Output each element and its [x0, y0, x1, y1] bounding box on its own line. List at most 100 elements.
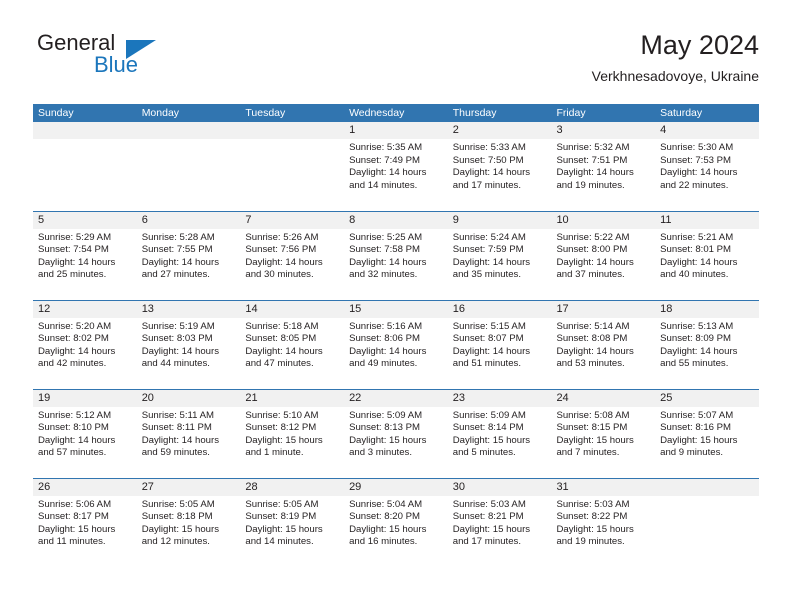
- sunrise-text: Sunrise: 5:19 AM: [141, 320, 215, 332]
- daylight-text: Daylight: 15 hours and 5 minutes.: [452, 434, 531, 459]
- calendar-day-cell[interactable]: 26 Sunrise: 5:06 AM Sunset: 8:17 PM Dayligh…: [33, 477, 137, 567]
- sunrise-text: Sunrise: 5:28 AM: [141, 231, 215, 243]
- day-details: Sunrise: 5:33 AM Sunset: 7:50 PM Daylight:…: [448, 139, 552, 192]
- calendar-day-cell[interactable]: 23 Sunrise: 5:09 AM Sunset: 8:14 PM Dayligh…: [447, 388, 552, 478]
- weekday-header-monday: Monday: [136, 104, 241, 122]
- sunrise-text: Sunrise: 5:22 AM: [556, 231, 630, 243]
- day-details: Sunrise: 5:09 AM Sunset: 8:14 PM Daylight:…: [448, 407, 552, 460]
- calendar-week-row: 26 Sunrise: 5:06 AM Sunset: 8:17 PM Dayligh…: [33, 477, 759, 567]
- calendar-day-cell[interactable]: 13 Sunrise: 5:19 AM Sunset: 8:03 PM Dayligh…: [136, 299, 241, 389]
- calendar-day-cell[interactable]: 3 Sunrise: 5:32 AM Sunset: 7:51 PM Daylight…: [551, 122, 656, 211]
- daylight-text: Daylight: 15 hours and 14 minutes.: [245, 523, 323, 548]
- day-number: 16: [447, 300, 552, 318]
- calendar-day-cell[interactable]: 30 Sunrise: 5:03 AM Sunset: 8:21 PM Dayligh…: [447, 477, 552, 567]
- day-number: 12: [33, 300, 137, 318]
- day-details: Sunrise: 5:30 AM Sunset: 7:53 PM Daylight:…: [655, 139, 759, 192]
- sunset-text: Sunset: 8:03 PM: [141, 333, 213, 345]
- sunrise-text: Sunrise: 5:15 AM: [452, 320, 526, 332]
- day-details: Sunrise: 5:18 AM Sunset: 8:05 PM Daylight:…: [240, 318, 344, 371]
- daylight-text: Daylight: 15 hours and 7 minutes.: [556, 434, 634, 459]
- daylight-text: Daylight: 15 hours and 19 minutes.: [556, 523, 634, 548]
- day-number: 19: [33, 389, 137, 407]
- daylight-text: Daylight: 14 hours and 55 minutes.: [660, 345, 738, 370]
- calendar-day-cell[interactable]: 22 Sunrise: 5:09 AM Sunset: 8:13 PM Dayligh…: [344, 388, 448, 478]
- day-number: 31: [551, 478, 656, 496]
- calendar-day-cell[interactable]: 14 Sunrise: 5:18 AM Sunset: 8:05 PM Dayligh…: [240, 299, 345, 389]
- calendar-day-cell[interactable]: 20 Sunrise: 5:11 AM Sunset: 8:11 PM Dayligh…: [136, 388, 241, 478]
- daylight-text: Daylight: 14 hours and 19 minutes.: [556, 167, 634, 191]
- day-details: Sunrise: 5:05 AM Sunset: 8:19 PM Daylight:…: [240, 496, 344, 549]
- weekday-header-friday: Friday: [551, 104, 656, 122]
- calendar-day-cell[interactable]: 18 Sunrise: 5:13 AM Sunset: 8:09 PM Dayligh…: [655, 299, 759, 389]
- calendar-day-cell[interactable]: 2 Sunrise: 5:33 AM Sunset: 7:50 PM Daylight…: [447, 122, 552, 211]
- calendar-day-cell[interactable]: 7 Sunrise: 5:26 AM Sunset: 7:56 PM Daylight…: [240, 210, 345, 300]
- sunset-text: Sunset: 7:56 PM: [245, 244, 317, 256]
- calendar-day-cell[interactable]: 9 Sunrise: 5:24 AM Sunset: 7:59 PM Daylight…: [447, 210, 552, 300]
- sunset-text: Sunset: 8:20 PM: [349, 511, 420, 523]
- weekday-header-wednesday: Wednesday: [344, 104, 448, 122]
- calendar-day-cell[interactable]: 31 Sunrise: 5:03 AM Sunset: 8:22 PM Dayligh…: [551, 477, 656, 567]
- calendar-day-cell[interactable]: 6 Sunrise: 5:28 AM Sunset: 7:55 PM Daylight…: [136, 210, 241, 300]
- sunset-text: Sunset: 8:10 PM: [38, 422, 109, 434]
- day-number: 9: [447, 211, 552, 229]
- calendar-day-cell[interactable]: 15 Sunrise: 5:16 AM Sunset: 8:06 PM Dayligh…: [344, 299, 448, 389]
- day-number: 3: [551, 122, 656, 139]
- calendar-day-cell-empty: [33, 122, 137, 211]
- calendar-day-cell[interactable]: 17 Sunrise: 5:14 AM Sunset: 8:08 PM Dayligh…: [551, 299, 656, 389]
- calendar-day-cell[interactable]: 27 Sunrise: 5:05 AM Sunset: 8:18 PM Dayligh…: [136, 477, 241, 567]
- day-number: 24: [551, 389, 656, 407]
- calendar-day-cell[interactable]: 19 Sunrise: 5:12 AM Sunset: 8:10 PM Dayligh…: [33, 388, 137, 478]
- calendar-day-cell[interactable]: 1 Sunrise: 5:35 AM Sunset: 7:49 PM Daylight…: [344, 122, 448, 211]
- sunset-text: Sunset: 8:16 PM: [660, 422, 732, 434]
- calendar-day-cell[interactable]: 16 Sunrise: 5:15 AM Sunset: 8:07 PM Dayligh…: [447, 299, 552, 389]
- day-details: Sunrise: 5:22 AM Sunset: 8:00 PM Daylight:…: [551, 229, 655, 282]
- day-details: Sunrise: 5:10 AM Sunset: 8:12 PM Daylight:…: [240, 407, 344, 460]
- day-number: 28: [240, 478, 345, 496]
- calendar-page: General Blue May 2024 Verkhnesadovoye, U…: [0, 0, 792, 612]
- sunset-text: Sunset: 8:08 PM: [556, 333, 628, 345]
- calendar-day-cell[interactable]: 28 Sunrise: 5:05 AM Sunset: 8:19 PM Dayligh…: [240, 477, 345, 567]
- day-details: Sunrise: 5:13 AM Sunset: 8:09 PM Daylight:…: [655, 318, 759, 371]
- daylight-text: Daylight: 14 hours and 51 minutes.: [452, 345, 531, 370]
- sunrise-text: Sunrise: 5:06 AM: [38, 498, 112, 510]
- daylight-text: Daylight: 14 hours and 32 minutes.: [349, 256, 427, 281]
- logo-text-blue: Blue: [94, 52, 139, 77]
- sunrise-text: Sunrise: 5:13 AM: [660, 320, 734, 332]
- calendar-day-cell[interactable]: 4 Sunrise: 5:30 AM Sunset: 7:53 PM Daylight…: [655, 122, 759, 211]
- calendar-day-cell[interactable]: 11 Sunrise: 5:21 AM Sunset: 8:01 PM Dayligh…: [655, 210, 759, 300]
- day-details: Sunrise: 5:14 AM Sunset: 8:08 PM Daylight:…: [551, 318, 655, 371]
- day-details: Sunrise: 5:24 AM Sunset: 7:59 PM Daylight:…: [448, 229, 552, 282]
- day-details: Sunrise: 5:12 AM Sunset: 8:10 PM Daylight:…: [33, 407, 137, 460]
- day-number: 25: [655, 389, 759, 407]
- sunrise-text: Sunrise: 5:33 AM: [452, 142, 526, 153]
- calendar-day-cell[interactable]: 29 Sunrise: 5:04 AM Sunset: 8:20 PM Dayligh…: [344, 477, 448, 567]
- sunrise-text: Sunrise: 5:11 AM: [141, 409, 215, 421]
- calendar-day-cell[interactable]: 10 Sunrise: 5:22 AM Sunset: 8:00 PM Dayligh…: [551, 210, 656, 300]
- sunset-text: Sunset: 8:22 PM: [556, 511, 628, 523]
- sunrise-text: Sunrise: 5:18 AM: [245, 320, 319, 332]
- day-number: 20: [136, 389, 241, 407]
- day-number: 21: [240, 389, 345, 407]
- weekday-header-tuesday: Tuesday: [240, 104, 345, 122]
- weekday-header-row: Sunday Monday Tuesday Wednesday Thursday…: [33, 104, 759, 122]
- calendar-day-cell[interactable]: 8 Sunrise: 5:25 AM Sunset: 7:58 PM Daylight…: [344, 210, 448, 300]
- calendar-day-cell[interactable]: 12 Sunrise: 5:20 AM Sunset: 8:02 PM Dayligh…: [33, 299, 137, 389]
- sunset-text: Sunset: 8:06 PM: [349, 333, 420, 345]
- day-details: Sunrise: 5:08 AM Sunset: 8:15 PM Daylight:…: [551, 407, 655, 460]
- calendar-day-cell[interactable]: 24 Sunrise: 5:08 AM Sunset: 8:15 PM Dayligh…: [551, 388, 656, 478]
- general-blue-logo[interactable]: General Blue: [33, 28, 233, 88]
- sunset-text: Sunset: 8:12 PM: [245, 422, 317, 434]
- day-number: [136, 122, 241, 139]
- daylight-text: Daylight: 14 hours and 25 minutes.: [38, 256, 116, 281]
- sunset-text: Sunset: 8:01 PM: [660, 244, 732, 256]
- calendar-day-cell[interactable]: 5 Sunrise: 5:29 AM Sunset: 7:54 PM Daylight…: [33, 210, 137, 300]
- day-number: 17: [551, 300, 656, 318]
- day-number: 1: [344, 122, 448, 139]
- sunrise-text: Sunrise: 5:21 AM: [660, 231, 734, 243]
- calendar-day-cell[interactable]: 25 Sunrise: 5:07 AM Sunset: 8:16 PM Dayligh…: [655, 388, 759, 478]
- sunrise-text: Sunrise: 5:08 AM: [556, 409, 630, 421]
- weekday-header-thursday: Thursday: [447, 104, 552, 122]
- sunset-text: Sunset: 8:00 PM: [556, 244, 628, 256]
- calendar-day-cell[interactable]: 21 Sunrise: 5:10 AM Sunset: 8:12 PM Dayligh…: [240, 388, 345, 478]
- day-details: Sunrise: 5:16 AM Sunset: 8:06 PM Daylight:…: [344, 318, 448, 371]
